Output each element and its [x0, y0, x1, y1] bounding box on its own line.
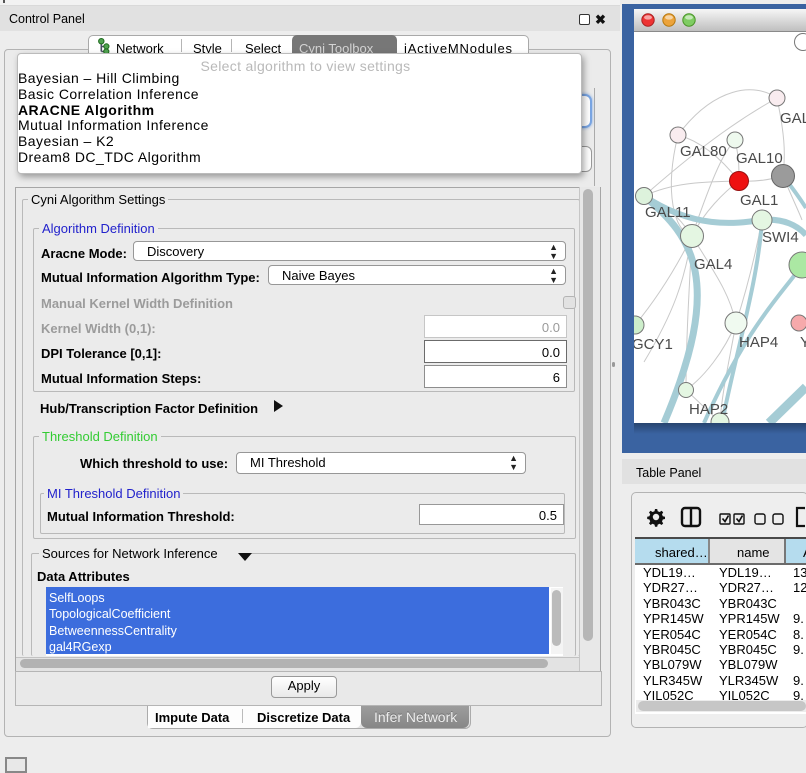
svg-text:GAL1: GAL1 [740, 192, 778, 209]
svg-text:HAP2: HAP2 [689, 401, 728, 418]
svg-text:GAL4: GAL4 [694, 256, 732, 273]
svg-text:GAL80: GAL80 [680, 143, 727, 160]
svg-text:SWI4: SWI4 [762, 229, 799, 246]
svg-text:Y: Y [800, 334, 806, 351]
svg-text:GCY1: GCY1 [634, 336, 673, 353]
svg-text:GAL: GAL [780, 110, 806, 127]
svg-text:HAP4: HAP4 [739, 334, 778, 351]
svg-text:GAL11: GAL11 [645, 204, 691, 221]
svg-text:GAL10: GAL10 [736, 150, 783, 167]
